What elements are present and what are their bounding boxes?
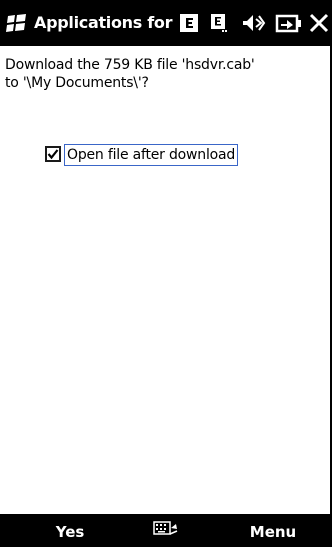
close-icon[interactable] xyxy=(309,11,329,35)
menu-softkey[interactable]: Menu xyxy=(238,514,308,547)
windows-start-icon[interactable] xyxy=(5,13,29,33)
open-after-download-checkbox[interactable] xyxy=(45,146,61,162)
download-message: Download the 759 KB file 'hsdvr.cab' to … xyxy=(5,56,325,92)
volume-muted-icon[interactable] xyxy=(240,11,266,35)
yes-softkey[interactable]: Yes xyxy=(40,514,100,547)
window-title: Applications for Ac xyxy=(34,13,176,32)
content-area xyxy=(0,46,332,514)
signal-icon[interactable] xyxy=(210,11,230,35)
message-line-1: Download the 759 KB file 'hsdvr.cab' xyxy=(5,57,255,73)
title-bar: Applications for Ac xyxy=(0,0,332,46)
open-after-download-label[interactable]: Open file after download xyxy=(64,144,239,166)
edge-data-icon[interactable] xyxy=(179,11,200,35)
message-line-2: to '\My Documents\'? xyxy=(5,75,149,91)
keyboard-icon[interactable] xyxy=(153,520,179,538)
battery-charging-icon[interactable] xyxy=(275,11,303,35)
softkey-bar: Yes Menu xyxy=(0,514,332,547)
checkmark-icon xyxy=(47,149,59,160)
